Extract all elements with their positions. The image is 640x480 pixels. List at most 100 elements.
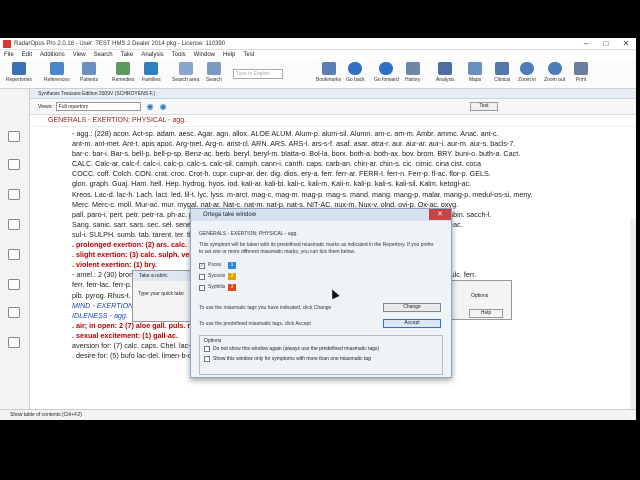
history-button[interactable]: History bbox=[405, 62, 421, 83]
clipboard-icon[interactable] bbox=[8, 189, 20, 200]
miasm-syphilis[interactable]: Syphilis 3 bbox=[199, 282, 443, 293]
zoom-in-button[interactable]: Zoom in bbox=[518, 62, 536, 83]
print-button[interactable]: Print bbox=[574, 62, 588, 83]
side-options-panel: Options Help bbox=[450, 280, 512, 320]
sycosis-checkbox[interactable] bbox=[199, 273, 205, 280]
search-button[interactable]: Search bbox=[206, 62, 222, 83]
repertories-button[interactable]: Repertories bbox=[6, 62, 32, 83]
rubric-header: GENERALS - EXERTION; PHYSICAL - agg. bbox=[30, 115, 636, 127]
pane-title: Synthesis Treasure Edition 2009V (SCHROY… bbox=[38, 90, 155, 97]
zoom-in-icon bbox=[520, 62, 535, 75]
globe-icon[interactable]: ◉ bbox=[160, 102, 167, 111]
status-bar: Show table of contents (Ctrl+F2) bbox=[0, 409, 636, 420]
book-icon bbox=[11, 62, 26, 75]
dont-show-label: Do not show this window again (always us… bbox=[213, 346, 380, 352]
change-button[interactable]: Change bbox=[383, 303, 441, 312]
zoom-out-button[interactable]: Zoom out bbox=[544, 62, 565, 83]
app-icon bbox=[3, 39, 11, 48]
tree-icon bbox=[144, 62, 159, 75]
psora-badge: 1 bbox=[228, 262, 236, 269]
scrollbar[interactable] bbox=[630, 219, 636, 420]
menu-search[interactable]: Search bbox=[90, 52, 117, 58]
pane-header: Synthesis Treasure Edition 2009V (SCHROY… bbox=[30, 89, 636, 99]
sycosis-badge: 2 bbox=[228, 273, 236, 280]
syphilis-label: Syphilis bbox=[208, 284, 226, 290]
clinical-button[interactable]: Clinical bbox=[494, 62, 510, 83]
bookmarks-button[interactable]: Bookmarks bbox=[316, 62, 341, 83]
families-button[interactable]: Families bbox=[142, 62, 161, 83]
views-dropdown[interactable]: Full repertory bbox=[55, 102, 141, 111]
text-line: Kreos. Lac-d. lac-h. Lach. lact. led. li… bbox=[72, 189, 533, 199]
options-group: Options Do not show this window again (a… bbox=[199, 335, 443, 375]
text-line: ant-m. ant-met. Ant-t. apis apoc. Arg-me… bbox=[72, 139, 516, 149]
clipboard-icon[interactable] bbox=[8, 131, 20, 142]
text-line: - agg.: (228) acon. Act-sp. adam. aesc. … bbox=[72, 129, 499, 138]
menu-tools[interactable]: Tools bbox=[168, 52, 190, 58]
show-multi-checkbox[interactable] bbox=[204, 356, 210, 362]
menu-take[interactable]: Take bbox=[117, 52, 138, 58]
text-line: bar-c. bar-i. Bar-s. bell-p. bell-p-sp. … bbox=[72, 149, 521, 159]
analysis-button[interactable]: Analysis bbox=[436, 62, 455, 83]
search-icon bbox=[206, 62, 221, 75]
menu-analysis[interactable]: Analysis bbox=[137, 52, 167, 58]
help-button[interactable]: Help bbox=[469, 309, 503, 318]
menu-test[interactable]: Test bbox=[239, 52, 258, 58]
printer-icon bbox=[574, 62, 588, 75]
go-back-button[interactable]: Go back bbox=[346, 62, 365, 83]
window-title: RadarOpus Pro 2.0.18 - User: TEST HMS 2 … bbox=[14, 40, 226, 47]
menu-file[interactable]: File bbox=[0, 52, 18, 58]
menu-bar: File Edit Additions View Search Take Ana… bbox=[0, 50, 636, 60]
close-icon[interactable]: ✕ bbox=[616, 38, 636, 50]
accept-button[interactable]: Accept bbox=[383, 319, 441, 328]
clipboard-icon[interactable] bbox=[8, 307, 20, 318]
maximize-icon[interactable]: □ bbox=[596, 38, 616, 50]
maps-button[interactable]: Maps bbox=[468, 62, 482, 83]
show-multi-label: Show this window only for symptoms with … bbox=[213, 356, 371, 362]
take-rubric-title: Take a rubric bbox=[133, 271, 193, 281]
clinical-icon bbox=[495, 62, 510, 75]
dialog-title: Ortega take window bbox=[203, 212, 257, 218]
miasm-psora[interactable]: ✓ Psora 1 bbox=[199, 260, 443, 271]
dialog-title-bar: Ortega take window ✕ bbox=[191, 209, 451, 221]
patients-button[interactable]: Patients bbox=[80, 62, 98, 83]
globe-icon[interactable]: ◉ bbox=[147, 102, 154, 111]
flask-icon bbox=[116, 62, 131, 75]
zoom-out-icon bbox=[547, 62, 562, 75]
syphilis-checkbox[interactable] bbox=[199, 284, 205, 291]
miasm-sycosis[interactable]: Sycosis 2 bbox=[199, 271, 443, 282]
syphilis-badge: 3 bbox=[228, 284, 236, 291]
go-forward-button[interactable]: Go forward bbox=[374, 62, 399, 83]
bookmark-icon bbox=[321, 62, 336, 75]
people-icon bbox=[82, 62, 97, 75]
search-input[interactable]: Type in English bbox=[233, 69, 283, 79]
history-icon bbox=[405, 62, 420, 75]
menu-edit[interactable]: Edit bbox=[18, 52, 36, 58]
search-area-icon bbox=[178, 62, 193, 75]
clipboard-icon[interactable] bbox=[8, 159, 20, 170]
clipboard-icon[interactable] bbox=[8, 219, 20, 230]
dont-show-checkbox[interactable] bbox=[204, 346, 210, 352]
psora-checkbox[interactable]: ✓ bbox=[199, 262, 205, 269]
menu-window[interactable]: Window bbox=[190, 52, 219, 58]
map-icon bbox=[468, 62, 482, 75]
minimize-icon[interactable]: – bbox=[576, 38, 596, 50]
menu-view[interactable]: View bbox=[69, 52, 90, 58]
left-sidebar bbox=[0, 89, 30, 409]
test-button[interactable]: Test bbox=[470, 102, 498, 111]
remedies-button[interactable]: Remedies bbox=[112, 62, 135, 83]
clipboard-icon[interactable] bbox=[8, 337, 20, 348]
arrow-right-icon bbox=[379, 62, 394, 75]
options-radio[interactable]: Options bbox=[471, 293, 488, 299]
ortega-dialog: Ortega take window ✕ GENERALS - EXERTION… bbox=[190, 208, 452, 378]
menu-additions[interactable]: Additions bbox=[36, 52, 69, 58]
clipboard-icon[interactable] bbox=[8, 279, 20, 290]
clipboard-icon[interactable] bbox=[8, 249, 20, 260]
search-area-button[interactable]: Search area bbox=[172, 62, 199, 83]
references-button[interactable]: References bbox=[44, 62, 70, 83]
menu-help[interactable]: Help bbox=[219, 52, 239, 58]
close-icon[interactable]: ✕ bbox=[429, 209, 451, 220]
use-indicated-text: To use the miasmatic tags you have indic… bbox=[199, 305, 332, 311]
arrow-left-icon bbox=[348, 62, 363, 75]
toolbar: Repertories References Patients Remedies… bbox=[0, 60, 636, 89]
books-icon bbox=[49, 62, 64, 75]
